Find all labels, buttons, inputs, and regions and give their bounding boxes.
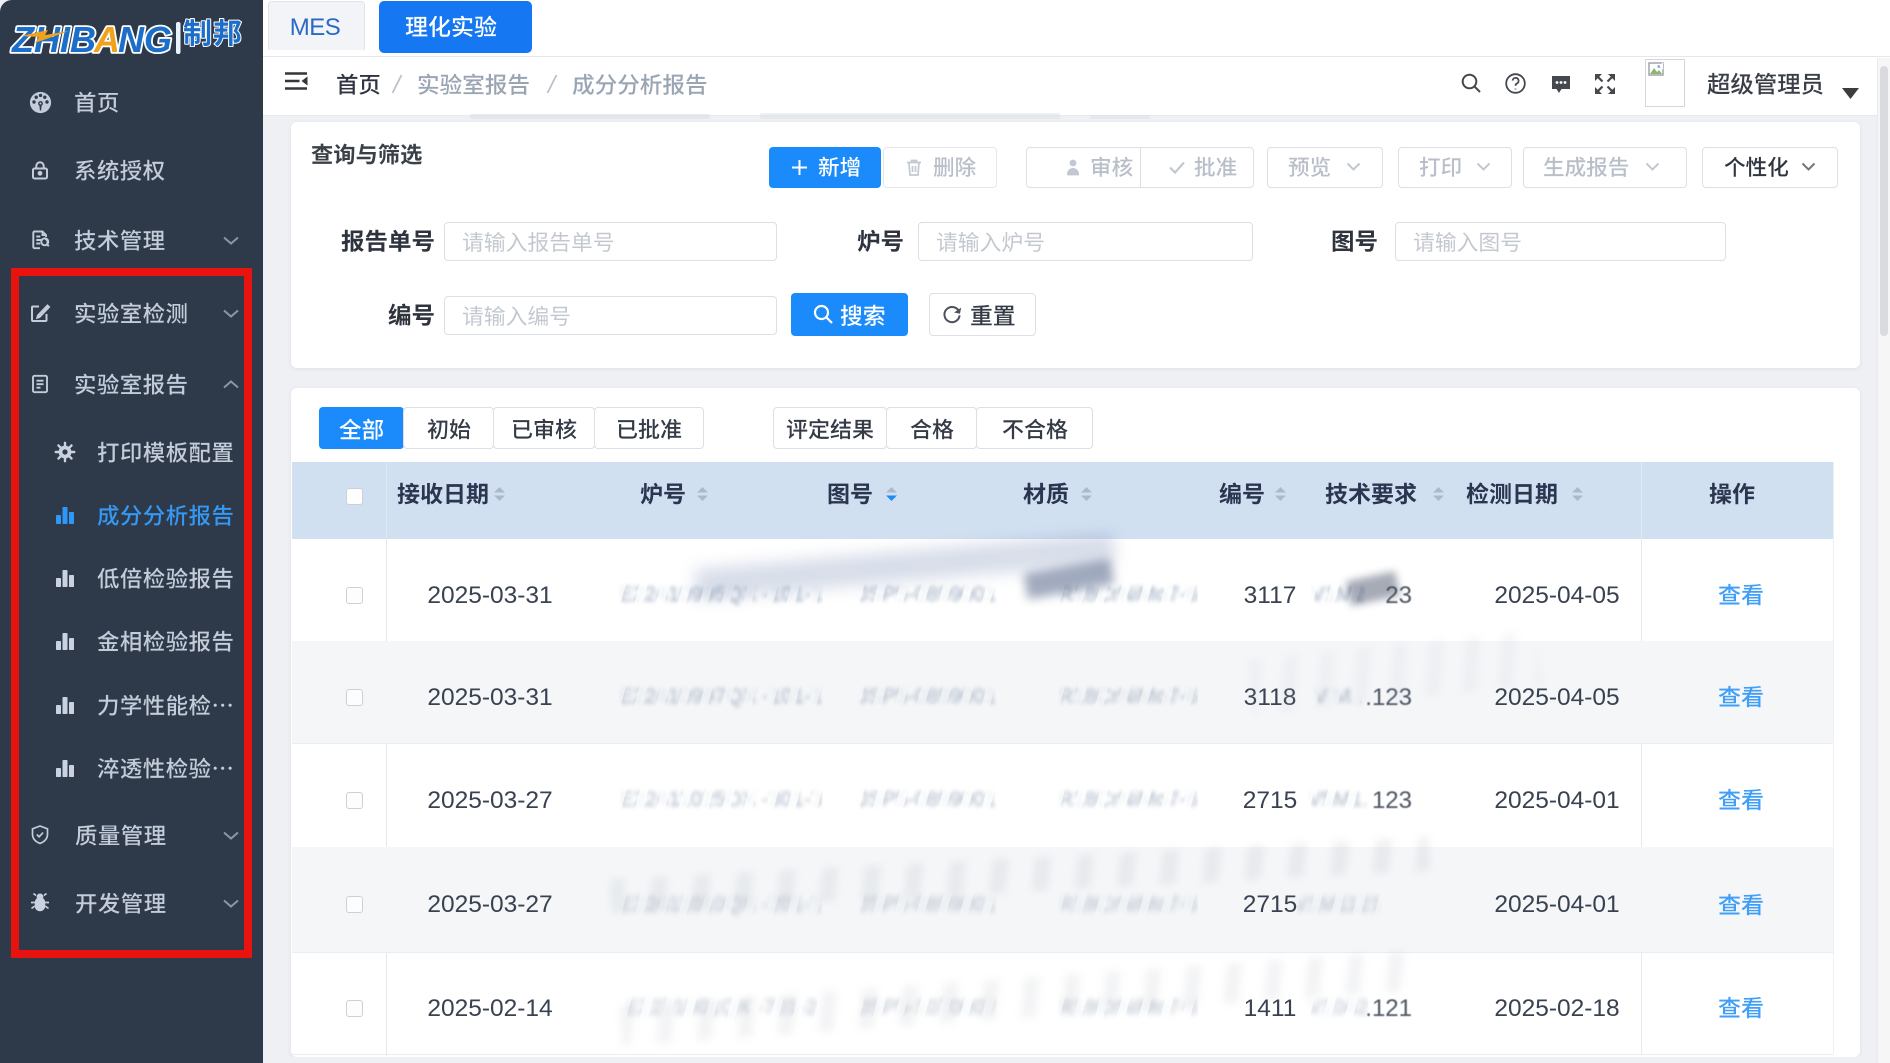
svg-text:A: A bbox=[93, 19, 120, 58]
svg-text:ZHIB: ZHIB bbox=[11, 19, 96, 58]
svg-text:NG: NG bbox=[118, 19, 172, 58]
